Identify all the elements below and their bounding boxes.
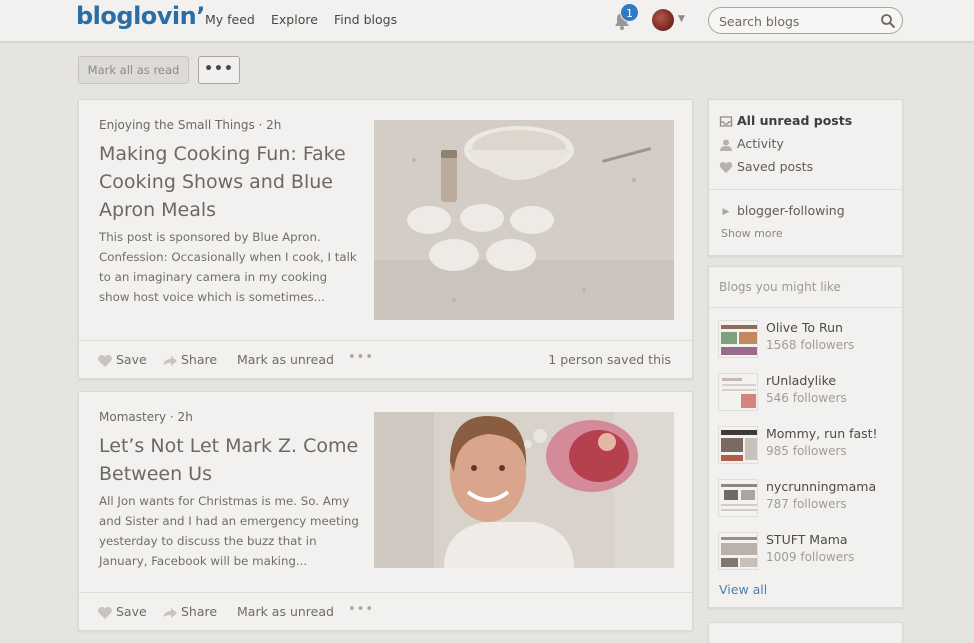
- blog-thumbnail[interactable]: [718, 479, 758, 517]
- post-more-button[interactable]: •••: [348, 350, 374, 365]
- nav-find-blogs[interactable]: Find blogs: [334, 12, 397, 27]
- blog-name[interactable]: rUnladylike: [766, 373, 836, 388]
- sidebar-item-label: Saved posts: [737, 159, 814, 174]
- view-all-link[interactable]: View all: [719, 582, 767, 597]
- bloglovin-logo[interactable]: bloglovin’: [76, 2, 205, 30]
- blog-name[interactable]: Olive To Run: [766, 320, 843, 335]
- sidebar-item-all-unread[interactable]: All unread posts: [719, 113, 852, 128]
- feed-nav-panel: All unread posts Activity Saved posts ▶ b…: [708, 99, 903, 256]
- blog-name[interactable]: nycrunningmama: [766, 479, 876, 494]
- post-more-button[interactable]: •••: [348, 602, 374, 617]
- blog-suggestion[interactable]: nycrunningmama 787 followers: [718, 479, 898, 521]
- save-label: Save: [116, 604, 147, 619]
- share-arrow-icon: [163, 607, 177, 618]
- notification-badge[interactable]: 1: [620, 3, 639, 22]
- blog-suggestion[interactable]: rUnladylike 546 followers: [718, 373, 898, 415]
- sidebar-item-label: Activity: [737, 136, 784, 151]
- post-image[interactable]: [374, 412, 674, 568]
- blog-thumbnail[interactable]: [718, 426, 758, 464]
- mark-all-as-read-button[interactable]: Mark all as read: [78, 56, 189, 84]
- mark-as-unread-button[interactable]: Mark as unread: [237, 604, 334, 619]
- heart-icon: [98, 606, 112, 619]
- post-source[interactable]: Enjoying the Small Things · 2h: [99, 118, 281, 132]
- post-card: Momastery · 2h Let’s Not Let Mark Z. Com…: [78, 391, 693, 631]
- search-icon[interactable]: [880, 13, 896, 29]
- share-label: Share: [181, 604, 218, 619]
- mark-as-unread-button[interactable]: Mark as unread: [237, 352, 334, 367]
- more-options-button[interactable]: •••: [198, 56, 240, 84]
- show-more-link[interactable]: Show more: [721, 227, 783, 240]
- save-button[interactable]: Save: [98, 352, 147, 367]
- blog-name[interactable]: Mommy, run fast!: [766, 426, 878, 441]
- divider: [709, 189, 902, 190]
- blog-followers: 1568 followers: [766, 338, 855, 352]
- blog-followers: 787 followers: [766, 497, 847, 511]
- blog-followers: 1009 followers: [766, 550, 855, 564]
- blog-suggestion[interactable]: Mommy, run fast! 985 followers: [718, 426, 898, 468]
- blog-thumbnail[interactable]: [718, 320, 758, 358]
- post-title[interactable]: Making Cooking Fun: Fake Cooking Shows a…: [99, 140, 359, 224]
- blog-thumbnail[interactable]: [718, 532, 758, 570]
- share-label: Share: [181, 352, 218, 367]
- post-card: Enjoying the Small Things · 2h Making Co…: [78, 99, 693, 379]
- heart-icon: [719, 162, 733, 173]
- post-image[interactable]: [374, 120, 674, 320]
- post-actions: Save Share Mark as unread ••• 1 person s…: [79, 340, 692, 378]
- blog-suggestions-panel: Blogs you might like Olive To Run 1568 f…: [708, 266, 903, 608]
- inbox-icon: [719, 116, 733, 127]
- post-source[interactable]: Momastery · 2h: [99, 410, 193, 424]
- chevron-down-icon[interactable]: ▼: [678, 14, 685, 24]
- search-input[interactable]: [719, 12, 869, 30]
- blog-name[interactable]: STUFT Mama: [766, 532, 848, 547]
- sidebar-panel: [708, 622, 903, 643]
- share-arrow-icon: [163, 355, 177, 366]
- saved-count[interactable]: 1 person saved this: [548, 352, 671, 367]
- blog-followers: 546 followers: [766, 391, 847, 405]
- folder-label: blogger-following: [737, 203, 845, 218]
- blog-suggestion[interactable]: Olive To Run 1568 followers: [718, 320, 898, 362]
- sidebar-item-label: All unread posts: [737, 113, 853, 128]
- post-title[interactable]: Let’s Not Let Mark Z. Come Between Us: [99, 432, 359, 488]
- sidebar-item-activity[interactable]: Activity: [719, 136, 784, 151]
- divider: [709, 307, 902, 308]
- share-button[interactable]: Share: [163, 604, 217, 619]
- heart-icon: [98, 354, 112, 367]
- blog-thumbnail[interactable]: [718, 373, 758, 411]
- user-avatar[interactable]: [652, 9, 674, 31]
- blog-suggestion[interactable]: STUFT Mama 1009 followers: [718, 532, 898, 574]
- save-label: Save: [116, 352, 147, 367]
- sidebar-folder-blogger-following[interactable]: ▶ blogger-following: [719, 203, 845, 218]
- blog-followers: 985 followers: [766, 444, 847, 458]
- post-excerpt: This post is sponsored by Blue Apron. Co…: [99, 230, 357, 304]
- nav-explore[interactable]: Explore: [271, 12, 318, 27]
- top-header: bloglovin’ My feed Explore Find blogs 1 …: [0, 0, 974, 42]
- nav-my-feed[interactable]: My feed: [205, 12, 255, 27]
- share-button[interactable]: Share: [163, 352, 217, 367]
- search-box: [708, 7, 903, 34]
- caret-right-icon[interactable]: ▶: [719, 207, 733, 217]
- blog-suggestions-heading: Blogs you might like: [719, 280, 841, 294]
- person-icon: [720, 139, 732, 151]
- save-button[interactable]: Save: [98, 604, 147, 619]
- post-actions: Save Share Mark as unread •••: [79, 592, 692, 630]
- sidebar-item-saved-posts[interactable]: Saved posts: [719, 159, 813, 174]
- post-excerpt: All Jon wants for Christmas is me. So. A…: [99, 494, 359, 568]
